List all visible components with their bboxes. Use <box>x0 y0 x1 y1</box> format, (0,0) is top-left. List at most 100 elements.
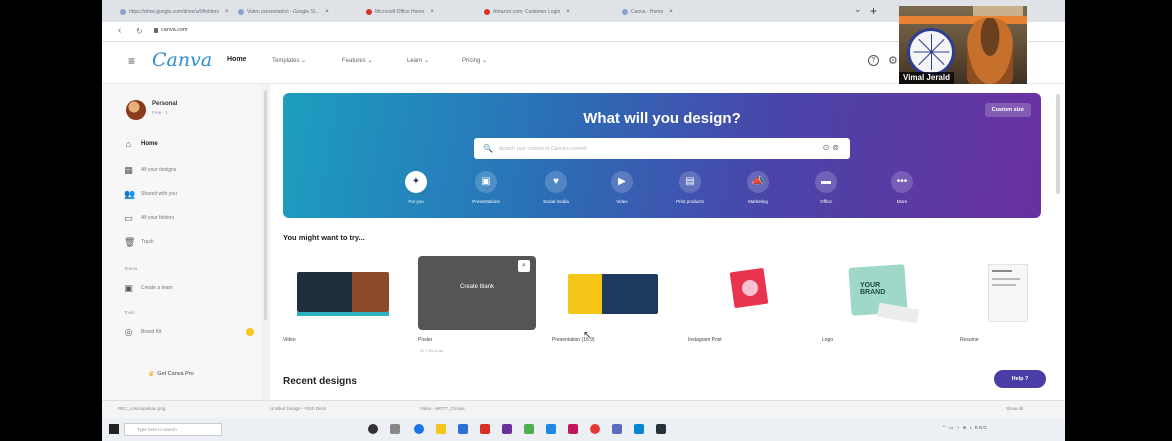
app-icon[interactable] <box>568 424 578 434</box>
close-icon[interactable]: × <box>430 9 434 15</box>
browser-tab-drive[interactable]: https://drive.google.com/drive/u/0/folde… <box>120 5 230 19</box>
task-view-icon[interactable] <box>368 424 378 434</box>
sidebar-item-home[interactable]: ⌂ Home <box>124 138 158 150</box>
category-video[interactable]: ▶ Video <box>587 171 657 204</box>
category-marketing[interactable]: 📣 Marketing <box>723 171 793 204</box>
sidebar-item-brand-kit[interactable]: ◎ Brand Kit <box>124 326 162 338</box>
close-icon[interactable]: × <box>669 9 673 15</box>
search-icon: 🔍 <box>483 144 493 153</box>
sidebar-item-shared[interactable]: 👥 Shared with you <box>124 188 177 200</box>
megaphone-icon: 📣 <box>747 171 769 193</box>
back-arrow-icon[interactable]: ‹ <box>118 25 121 36</box>
taskbar-search-input[interactable]: Type here to search <box>124 423 222 436</box>
nav-home[interactable]: Home <box>227 56 246 63</box>
minimize-icon[interactable]: ⌄ <box>854 4 862 15</box>
browser-tab-canva[interactable]: Canva - Home × <box>622 5 702 19</box>
card-video[interactable] <box>283 256 407 330</box>
nav-learn[interactable]: Learn ⌄ <box>407 57 429 64</box>
account-name[interactable]: Personal <box>152 101 177 107</box>
download-item[interactable]: Video - MOTT_Cricket <box>420 406 465 411</box>
sidebar-item-trash[interactable]: 🗑 Trash <box>124 236 154 248</box>
participant-name: Vimal Jerald <box>899 72 954 84</box>
canva-logo[interactable]: Canva <box>152 49 212 71</box>
browser-tab-amazon[interactable]: Amazon.com: Customer Login × <box>484 5 614 19</box>
design-search-input[interactable]: 🔍 Search your content or Canva's content… <box>474 138 850 159</box>
help-button[interactable]: Help ? <box>994 370 1046 388</box>
grid-icon: ▦ <box>124 164 133 175</box>
card-video-label[interactable]: Video <box>283 337 296 343</box>
file-explorer-icon[interactable] <box>436 424 446 434</box>
heart-icon: ♥ <box>545 171 567 193</box>
sidebar-item-folders[interactable]: ▭ All your folders <box>124 212 174 224</box>
edge-icon[interactable] <box>414 424 424 434</box>
card-poster-label[interactable]: Poster <box>418 337 432 343</box>
browser-tab-slides[interactable]: Video presentation - Google Sl... × <box>238 5 358 19</box>
get-canva-pro-button[interactable]: ♛ Get Canva Pro <box>148 370 194 378</box>
nav-templates[interactable]: Templates ⌄ <box>272 57 306 64</box>
card-instagram-label[interactable]: Instagram Post <box>688 337 722 343</box>
chevron-down-icon: ⌄ <box>367 58 373 64</box>
store-icon[interactable] <box>458 424 468 434</box>
card-logo[interactable]: YOUR BRAND <box>822 256 946 330</box>
sidebar-item-all-designs[interactable]: ▦ All your designs <box>124 164 176 176</box>
category-presentations[interactable]: ▣ Presentations <box>451 171 521 204</box>
chrome-icon[interactable] <box>590 424 600 434</box>
category-label: Video <box>616 199 628 204</box>
windows-start-icon[interactable] <box>109 424 119 434</box>
download-item[interactable]: REC_cosmopolitan.png <box>118 406 165 411</box>
category-office[interactable]: ▬ Office <box>791 171 861 204</box>
participant-video <box>967 18 1013 84</box>
card-poster[interactable]: Create blank ⌕ <box>418 256 536 330</box>
close-icon[interactable]: × <box>225 9 229 15</box>
office-icon[interactable] <box>480 424 490 434</box>
new-tab-icon[interactable]: + <box>870 4 877 18</box>
get-pro-label: Get Canva Pro <box>157 371 194 377</box>
custom-size-button[interactable]: Custom size <box>984 103 1031 117</box>
close-icon[interactable]: × <box>566 9 570 15</box>
app-icon[interactable] <box>502 424 512 434</box>
category-label: Marketing <box>748 199 768 204</box>
gear-icon[interactable]: ⚙ <box>888 54 898 67</box>
hamburger-menu-icon[interactable]: ≡ <box>128 54 135 68</box>
close-icon[interactable]: × <box>325 9 329 15</box>
category-social-media[interactable]: ♥ Social media <box>521 171 591 204</box>
category-label: Social media <box>543 199 569 204</box>
card-resume-label[interactable]: Resume <box>960 337 979 343</box>
sidebar-item-label: Shared with you <box>141 191 177 197</box>
card-presentation[interactable] <box>552 256 676 330</box>
app-icon[interactable] <box>612 424 622 434</box>
avatar[interactable] <box>126 100 146 120</box>
download-item[interactable]: Untitled Design - Pitch Deck <box>270 406 326 411</box>
search-tools-icon[interactable]: ⊙⊚ <box>823 143 842 152</box>
reload-icon[interactable]: ↻ <box>136 27 143 36</box>
cortana-icon[interactable] <box>390 424 400 434</box>
teams-section-label: Teams <box>124 266 138 271</box>
tab-label: Video presentation - Google Sl... <box>247 9 320 15</box>
category-for-you[interactable]: ✦ For you <box>381 171 451 204</box>
presentation-icon: ▣ <box>475 171 497 193</box>
browser-tab-office[interactable]: Microsoft Office Home × <box>366 5 476 19</box>
card-logo-label[interactable]: Logo <box>822 337 833 343</box>
app-icon[interactable] <box>634 424 644 434</box>
url-field[interactable]: canva.com <box>154 27 188 33</box>
help-icon[interactable]: ? <box>868 55 879 66</box>
nav-templates-label: Templates <box>272 58 300 64</box>
card-poster-size: 42 × 59.4 cm <box>420 348 444 353</box>
sidebar-item-create-team[interactable]: ▣ Create a team <box>124 282 172 294</box>
sidebar-scrollbar[interactable] <box>264 90 267 320</box>
canva-favicon-icon <box>622 9 628 15</box>
nav-features[interactable]: Features ⌄ <box>342 57 372 64</box>
search-icon[interactable]: ⌕ <box>518 260 530 272</box>
card-instagram-post[interactable] <box>688 256 812 330</box>
category-print-products[interactable]: ▤ Print products <box>655 171 725 204</box>
app-icon[interactable] <box>524 424 534 434</box>
show-all-downloads-link[interactable]: Show all <box>1006 406 1023 411</box>
card-resume[interactable] <box>960 256 1040 330</box>
system-tray[interactable]: ⌃ ▭ ◔ ⊕ ♪ ENG <box>942 425 988 431</box>
nav-pricing[interactable]: Pricing ⌄ <box>462 57 487 64</box>
app-icon[interactable] <box>656 424 666 434</box>
word-icon[interactable] <box>546 424 556 434</box>
category-more[interactable]: ••• More <box>867 171 937 204</box>
chevron-down-icon: ⌄ <box>301 58 307 64</box>
main-scrollbar[interactable] <box>1056 94 1060 194</box>
